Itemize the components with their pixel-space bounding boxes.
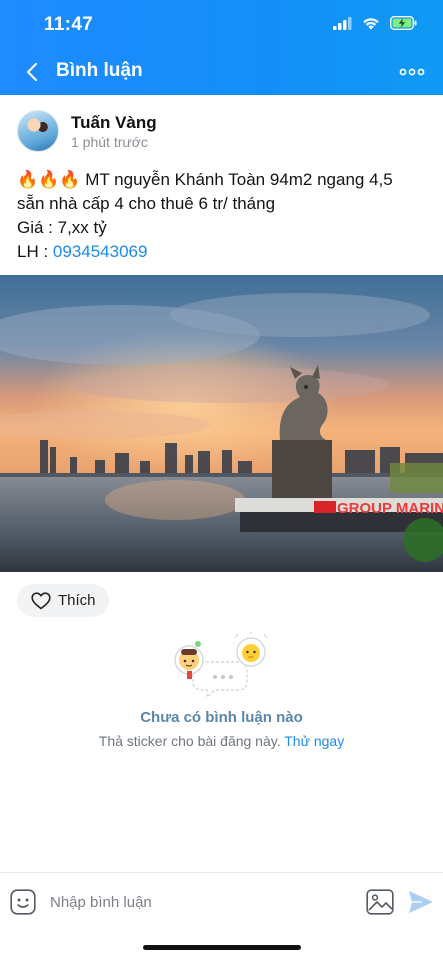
status-icons bbox=[333, 16, 417, 30]
chevron-left-icon bbox=[26, 62, 38, 82]
image-icon[interactable] bbox=[366, 889, 394, 915]
post-photo[interactable]: GROUP MARIN bbox=[0, 275, 443, 572]
signal-icon bbox=[333, 16, 352, 30]
post-line-1: 🔥🔥🔥 MT nguyễn Khánh Toàn 94m2 ngang 4,5 bbox=[17, 170, 393, 189]
heart-icon bbox=[31, 591, 51, 609]
post-timestamp: 1 phút trước bbox=[71, 134, 148, 150]
send-icon[interactable] bbox=[408, 890, 434, 914]
sticker-icon[interactable] bbox=[10, 889, 36, 915]
comment-composer bbox=[0, 872, 443, 930]
post-content: 🔥🔥🔥 MT nguyễn Khánh Toàn 94m2 ngang 4,5 … bbox=[17, 168, 432, 264]
contact-label: LH : bbox=[17, 242, 53, 261]
post-line-contact: LH : 0934543069 bbox=[17, 240, 432, 264]
back-button[interactable] bbox=[18, 58, 46, 86]
try-now-link[interactable]: Thử ngay bbox=[284, 733, 344, 749]
dragon-statue-photo: GROUP MARIN bbox=[0, 275, 443, 572]
svg-text:GROUP MARIN: GROUP MARIN bbox=[337, 500, 443, 517]
empty-comments-subtitle: Thả sticker cho bài đăng này. Thử ngay bbox=[0, 733, 443, 749]
home-indicator bbox=[143, 945, 301, 950]
wifi-icon bbox=[363, 17, 379, 29]
battery-charging-icon bbox=[390, 16, 417, 30]
avatar[interactable] bbox=[17, 110, 59, 152]
comment-input[interactable] bbox=[50, 890, 350, 914]
page-title: Bình luận bbox=[56, 60, 143, 81]
like-button[interactable]: Thích bbox=[17, 584, 109, 617]
post-line-3: Giá : 7,xx tỷ bbox=[17, 218, 107, 237]
status-time: 11:47 bbox=[44, 14, 94, 35]
author-name[interactable]: Tuấn Vàng bbox=[71, 113, 157, 133]
empty-comments-title: Chưa có bình luận nào bbox=[140, 709, 303, 726]
more-horizontal-icon bbox=[399, 68, 425, 76]
empty-subtitle-text: Thả sticker cho bài đăng này. bbox=[98, 733, 285, 749]
empty-comments-illustration bbox=[174, 632, 268, 699]
top-bar: 11:47 Bình luận bbox=[0, 0, 443, 95]
phone-link[interactable]: 0934543069 bbox=[53, 242, 148, 261]
post-author: Tuấn Vàng 1 phút trước bbox=[17, 110, 427, 154]
like-label: Thích bbox=[58, 592, 96, 609]
post-line-2: sẵn nhà cấp 4 cho thuê 6 tr/ tháng bbox=[17, 194, 276, 213]
more-options-button[interactable] bbox=[397, 58, 427, 86]
